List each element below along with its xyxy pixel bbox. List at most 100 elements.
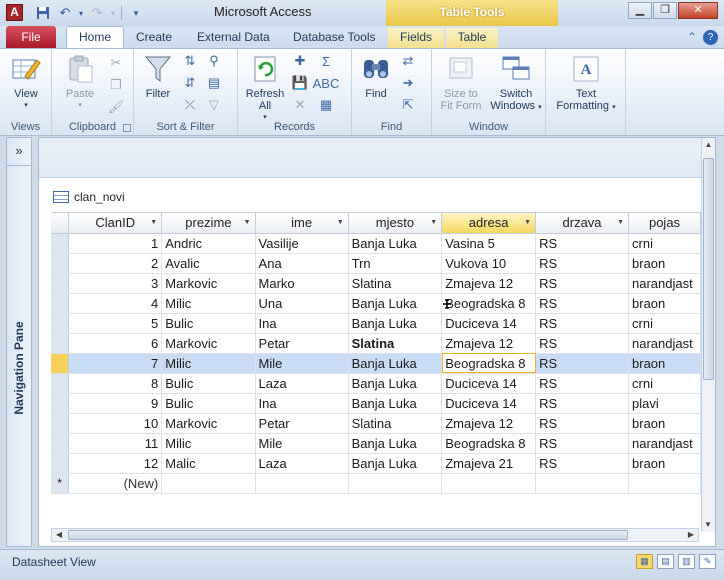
cell-prezime[interactable]: Markovic	[161, 273, 256, 294]
cell-clanid[interactable]: 4	[68, 293, 163, 314]
tab-database-tools[interactable]: Database Tools	[293, 28, 376, 48]
cell-clanid[interactable]: 11	[68, 433, 163, 454]
cell-mjesto[interactable]: Banja Luka	[348, 373, 443, 394]
column-header-mjesto[interactable]: mjesto ▼	[348, 213, 443, 234]
table-row[interactable]: 9 Bulic Ina Banja Luka Duciceva 14 RS plavi	[51, 393, 701, 414]
table-row[interactable]: 2 Avalic Ana Trn Vukova 10 RS braon	[51, 253, 701, 274]
cell-clanid[interactable]: 9	[68, 393, 163, 414]
new-record-marker[interactable]: *	[51, 473, 70, 494]
cell-ime[interactable]: Petar	[255, 333, 349, 354]
record-selector[interactable]	[51, 373, 70, 394]
view-button[interactable]: View ▾	[8, 53, 44, 112]
horizontal-scrollbar[interactable]: ◀ ▶	[51, 528, 699, 542]
cell-adresa[interactable]: Beogradska 8	[441, 433, 537, 454]
record-selector[interactable]	[51, 413, 70, 434]
table-row[interactable]: 3 Markovic Marko Slatina Zmajeva 12 RS narandj…	[51, 273, 701, 294]
cell-ime[interactable]: Laza	[255, 373, 349, 394]
cell-clanid[interactable]: 3	[68, 273, 163, 294]
record-selector[interactable]	[51, 333, 70, 354]
cell-mjesto[interactable]: Trn	[348, 253, 443, 274]
cell-pojas[interactable]: narandjast	[628, 433, 701, 454]
cell-ime[interactable]: Marko	[255, 273, 349, 294]
spelling-icon[interactable]: ABC	[313, 75, 340, 91]
cell-drzava[interactable]: RS	[535, 393, 630, 414]
tab-external-data[interactable]: External Data	[197, 28, 270, 48]
cell-prezime[interactable]: Bulic	[161, 373, 256, 394]
record-selector[interactable]	[51, 393, 70, 414]
table-row[interactable]: 6 Markovic Petar Slatina Zmajeva 12 RS narandj…	[51, 333, 701, 354]
cell-pojas[interactable]: crni	[628, 313, 701, 334]
cell-clanid[interactable]: 7	[68, 353, 163, 374]
cell-adresa[interactable]: Vasina 5	[441, 233, 537, 254]
cell-drzava[interactable]: RS	[535, 453, 630, 474]
new-record-cell[interactable]	[348, 473, 443, 494]
cell-ime[interactable]: Una	[255, 293, 349, 314]
table-row[interactable]: 12 Malic Laza Banja Luka Zmajeva 21 RS braon	[51, 453, 701, 474]
cell-drzava[interactable]: RS	[535, 233, 630, 254]
record-selector[interactable]	[51, 313, 70, 334]
cell-clanid[interactable]: 2	[68, 253, 163, 274]
sort-descending-icon[interactable]: ⇵	[182, 75, 198, 91]
new-record-cell[interactable]	[255, 473, 349, 494]
cell-ime[interactable]: Petar	[255, 413, 349, 434]
select-all-corner[interactable]	[51, 213, 70, 234]
cell-prezime[interactable]: Andric	[161, 233, 256, 254]
table-row[interactable]: 10 Markovic Petar Slatina Zmajeva 12 RS braon	[51, 413, 701, 434]
column-header-clanid[interactable]: ClanID ▼	[68, 213, 163, 234]
dialog-launcher-icon[interactable]	[123, 124, 131, 132]
cell-mjesto[interactable]: Banja Luka	[348, 233, 443, 254]
remove-sort-icon[interactable]: ⤫	[182, 97, 198, 113]
cell-prezime[interactable]: Markovic	[161, 333, 256, 354]
cell-pojas[interactable]: braon	[628, 453, 701, 474]
dropdown-arrow-icon[interactable]: ▾	[108, 4, 118, 22]
tab-create[interactable]: Create	[136, 28, 172, 48]
cell-adresa[interactable]: Beogradska 8	[441, 293, 537, 314]
cell-ime[interactable]: Ina	[255, 393, 349, 414]
sort-dropdown-icon[interactable]: ▼	[244, 219, 251, 226]
cell-clanid[interactable]: 1	[68, 233, 163, 254]
table-row[interactable]: 7 Milic Mile Banja Luka Beogradska 8 RS braon	[51, 353, 701, 374]
sort-dropdown-icon[interactable]: ▼	[337, 219, 344, 226]
cell-clanid[interactable]: 8	[68, 373, 163, 394]
sort-ascending-icon[interactable]: ⇅	[182, 53, 198, 69]
cell-pojas[interactable]: braon	[628, 413, 701, 434]
cell-pojas[interactable]: braon	[628, 293, 701, 314]
scroll-left-icon[interactable]: ◀	[52, 529, 66, 541]
tab-home[interactable]: Home	[66, 26, 125, 48]
object-tab-clan-novi[interactable]: clan_novi	[49, 186, 159, 208]
cell-drzava[interactable]: RS	[535, 333, 630, 354]
column-header-pojas[interactable]: pojas	[628, 213, 701, 234]
filter-button[interactable]: Filter	[140, 53, 176, 100]
new-record-row[interactable]: * (New)	[51, 473, 701, 494]
cell-drzava[interactable]: RS	[535, 293, 630, 314]
cell-pojas[interactable]: crni	[628, 233, 701, 254]
record-selector[interactable]	[51, 253, 70, 274]
cell-mjesto[interactable]: Banja Luka	[348, 433, 443, 454]
paste-button[interactable]: Paste ▾	[60, 53, 100, 112]
sort-dropdown-icon[interactable]: ▼	[150, 219, 157, 226]
sort-dropdown-icon[interactable]: ▼	[524, 219, 531, 226]
cell-ime[interactable]: Mile	[255, 433, 349, 454]
new-record-cell[interactable]	[535, 473, 630, 494]
cell-mjesto[interactable]: Slatina	[348, 413, 443, 434]
cell-adresa[interactable]: Zmajeva 21	[441, 453, 537, 474]
cell-drzava[interactable]: RS	[535, 433, 630, 454]
table-row[interactable]: 1 Andric Vasilije Banja Luka Vasina 5 RS crni	[51, 233, 701, 254]
column-header-drzava[interactable]: drzava ▼	[535, 213, 630, 234]
scroll-up-icon[interactable]: ▲	[702, 138, 715, 152]
record-selector[interactable]	[51, 353, 70, 374]
advanced-filter-icon[interactable]: ▤	[206, 75, 222, 91]
sort-dropdown-icon[interactable]: ▼	[617, 219, 624, 226]
cell-pojas[interactable]: crni	[628, 373, 701, 394]
save-record-icon[interactable]: 💾	[292, 75, 308, 91]
select-icon[interactable]: ⇱	[400, 97, 416, 113]
record-selector[interactable]	[51, 273, 70, 294]
pivotchart-view-icon[interactable]: ▥	[678, 554, 695, 569]
find-button[interactable]: Find	[358, 53, 394, 100]
cell-ime[interactable]: Vasilije	[255, 233, 349, 254]
cell-prezime[interactable]: Bulic	[161, 393, 256, 414]
cell-clanid[interactable]: 10	[68, 413, 163, 434]
cell-prezime[interactable]: Milic	[161, 433, 256, 454]
cell-pojas[interactable]: plavi	[628, 393, 701, 414]
horizontal-scroll-thumb[interactable]	[68, 530, 628, 540]
